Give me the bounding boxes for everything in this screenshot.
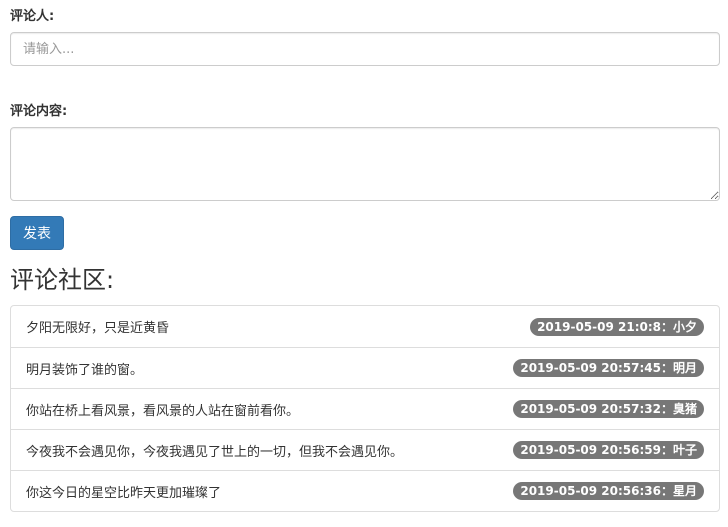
- comment-text: 你站在桥上看风景，看风景的人站在窗前看你。: [26, 403, 300, 419]
- commenter-label: 评论人:: [10, 9, 55, 24]
- comment-meta-badge: 2019-05-09 20:56:36：星月: [513, 482, 704, 500]
- comment-meta-badge: 2019-05-09 20:56:59：叶子: [513, 441, 704, 459]
- list-item: 夕阳无限好，只是近黄昏 2019-05-09 21:0:8：小夕: [11, 306, 719, 347]
- comment-meta-badge: 2019-05-09 21:0:8：小夕: [530, 317, 704, 336]
- content-textarea[interactable]: [10, 127, 720, 201]
- list-item: 今夜我不会遇见你，今夜我遇见了世上的一切，但我不会遇见你。 2019-05-09…: [11, 429, 719, 470]
- community-heading: 评论社区:: [10, 266, 115, 294]
- content-label: 评论内容:: [10, 104, 68, 119]
- comment-meta-badge: 2019-05-09 20:57:45：明月: [513, 359, 704, 377]
- submit-button[interactable]: 发表: [10, 216, 64, 250]
- list-item: 明月装饰了谁的窗。 2019-05-09 20:57:45：明月: [11, 347, 719, 388]
- comment-text: 今夜我不会遇见你，今夜我遇见了世上的一切，但我不会遇见你。: [26, 444, 404, 460]
- list-item: 你这今日的星空比昨天更加璀璨了 2019-05-09 20:56:36：星月: [11, 470, 719, 511]
- commenter-input[interactable]: [10, 32, 720, 66]
- comment-list: 夕阳无限好，只是近黄昏 2019-05-09 21:0:8：小夕 明月装饰了谁的…: [10, 305, 720, 512]
- comment-page: 评论人: 评论内容: 发表 评论社区: 夕阳无限好，只是近黄昏 2019-05-…: [0, 9, 728, 512]
- comment-meta-badge: 2019-05-09 20:57:32：臭猪: [513, 400, 704, 418]
- comment-text: 你这今日的星空比昨天更加璀璨了: [26, 485, 222, 501]
- list-item: 你站在桥上看风景，看风景的人站在窗前看你。 2019-05-09 20:57:3…: [11, 388, 719, 429]
- comment-text: 夕阳无限好，只是近黄昏: [26, 321, 170, 336]
- comment-text: 明月装饰了谁的窗。: [26, 362, 144, 378]
